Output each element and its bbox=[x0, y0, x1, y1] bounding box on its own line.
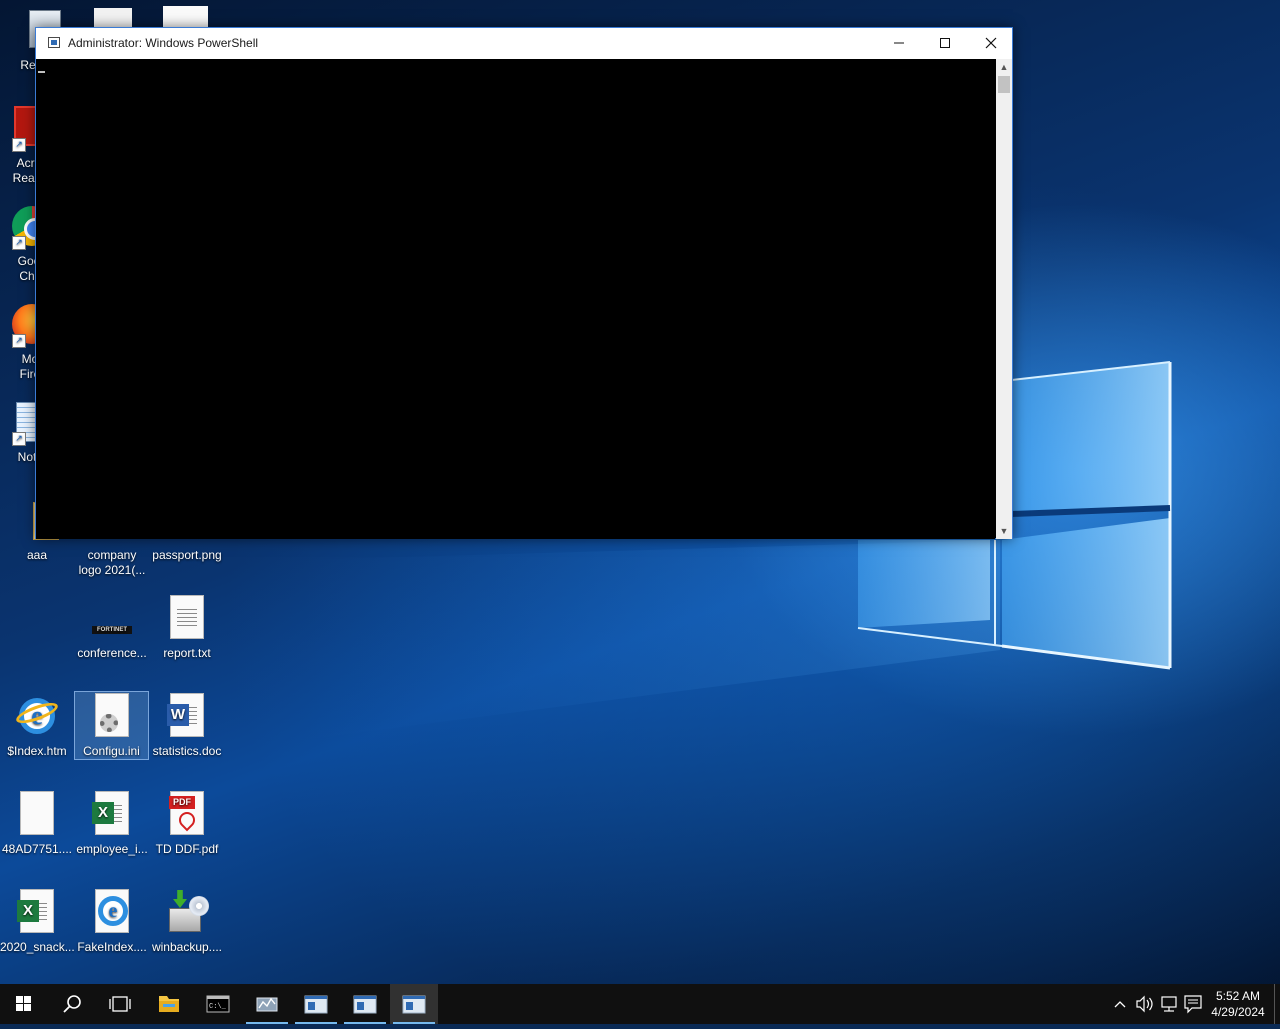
chevron-down-icon: ▼ bbox=[999, 526, 1009, 536]
backup-installer-icon bbox=[163, 888, 211, 936]
close-button[interactable] bbox=[968, 28, 1014, 59]
server-manager-icon bbox=[256, 997, 278, 1012]
internet-explorer-file-icon: e bbox=[13, 692, 61, 740]
file-explorer-icon bbox=[159, 996, 179, 1012]
desktop-icon-label: aaa bbox=[26, 548, 48, 562]
scroll-up-button[interactable]: ▲ bbox=[996, 59, 1012, 75]
fortinet-logo-text: FORTINET bbox=[92, 626, 132, 634]
powershell-window-icon bbox=[402, 995, 426, 1014]
desktop-icon-label: company logo 2021(... bbox=[78, 548, 146, 577]
text-cursor bbox=[38, 71, 45, 73]
desktop-icon-label: passport.png bbox=[152, 548, 222, 562]
taskbar-server-manager[interactable] bbox=[243, 984, 291, 1024]
task-view-button[interactable] bbox=[96, 984, 144, 1024]
word-document-icon: W bbox=[163, 692, 211, 740]
desktop-icon-label: report.txt bbox=[163, 646, 211, 660]
desktop-icon-report[interactable]: report.txt bbox=[150, 594, 224, 661]
desktop-icon-fakeindex[interactable]: e FakeIndex.... bbox=[75, 888, 149, 955]
taskbar-app-window[interactable] bbox=[292, 984, 340, 1024]
cmd-icon: C:\_ bbox=[206, 995, 230, 1013]
chevron-up-icon: ▲ bbox=[999, 62, 1009, 72]
desktop-icon-label: winbackup.... bbox=[151, 940, 223, 954]
desktop-icon-td-ddf-pdf[interactable]: PDF TD DDF.pdf bbox=[150, 790, 224, 857]
close-icon bbox=[985, 37, 997, 49]
desktop-icon-conference[interactable]: FORTINET conference... bbox=[75, 594, 149, 661]
internet-explorer-file-icon: e bbox=[88, 888, 136, 936]
taskbar-clock[interactable]: 5:52 AM 4/29/2024 bbox=[1206, 988, 1270, 1020]
desktop-icon-statistics-doc[interactable]: W statistics.doc bbox=[150, 692, 224, 759]
scrollbar-thumb[interactable] bbox=[998, 76, 1010, 93]
taskbar: C:\_ 5:52 AM 4/29/2024 bbox=[0, 984, 1280, 1024]
desktop-icon-48ad7751[interactable]: 48AD7751.... bbox=[0, 790, 74, 857]
desktop-icon-label: employee_i... bbox=[76, 842, 148, 856]
search-button[interactable] bbox=[48, 984, 96, 1024]
desktop-icon-label: 2020_snack... bbox=[0, 940, 75, 954]
minimize-button[interactable] bbox=[876, 28, 922, 59]
show-desktop-button[interactable] bbox=[1274, 984, 1280, 1024]
action-center-button[interactable] bbox=[1182, 984, 1204, 1024]
app-window-icon bbox=[304, 995, 328, 1014]
pdf-file-icon: PDF bbox=[163, 790, 211, 838]
excel-file-icon: X bbox=[13, 888, 61, 936]
text-file-icon bbox=[163, 594, 211, 642]
app-window-icon bbox=[353, 995, 377, 1014]
show-hidden-icons-button[interactable] bbox=[1110, 984, 1130, 1024]
powershell-window[interactable]: Administrator: Windows PowerShell ▲ ▼ bbox=[35, 27, 1013, 539]
chevron-up-icon bbox=[1114, 1001, 1126, 1008]
pdf-badge: PDF bbox=[169, 796, 195, 809]
taskbar-command-prompt[interactable]: C:\_ bbox=[194, 984, 242, 1024]
network-icon bbox=[1161, 996, 1177, 1012]
minimize-icon bbox=[894, 42, 904, 44]
settings-file-icon bbox=[88, 692, 136, 740]
taskbar-powershell-window[interactable] bbox=[390, 984, 438, 1024]
window-title: Administrator: Windows PowerShell bbox=[68, 36, 259, 50]
svg-text:C:\_: C:\_ bbox=[209, 1003, 227, 1011]
action-center-icon bbox=[1184, 995, 1202, 1014]
search-icon bbox=[63, 995, 81, 1013]
desktop-icon-config-ini[interactable]: Configu.ini bbox=[74, 691, 149, 760]
console-area[interactable] bbox=[36, 59, 995, 539]
desktop-icon-label: FakeIndex.... bbox=[77, 940, 147, 954]
fortinet-logo-icon: FORTINET bbox=[88, 594, 136, 642]
word-badge: W bbox=[167, 704, 189, 726]
taskbar-file-explorer[interactable] bbox=[145, 984, 193, 1024]
scroll-down-button[interactable]: ▼ bbox=[996, 523, 1012, 539]
start-icon bbox=[16, 996, 31, 1011]
start-button[interactable] bbox=[0, 984, 48, 1024]
volume-icon bbox=[1136, 995, 1153, 1013]
desktop-icon-label: TD DDF.pdf bbox=[155, 842, 219, 856]
clock-time: 5:52 AM bbox=[1215, 989, 1261, 1003]
desktop-icon-label: $Index.htm bbox=[7, 744, 67, 758]
desktop-icon-2020-snack[interactable]: X 2020_snack... bbox=[0, 888, 75, 955]
desktop-icon-label: statistics.doc bbox=[152, 744, 222, 758]
desktop-icon-label: Configu.ini bbox=[83, 744, 140, 758]
partial-document-icon[interactable] bbox=[163, 6, 208, 28]
desktop-icon-index-htm[interactable]: e $Index.htm bbox=[0, 692, 74, 759]
taskbar-app-window[interactable] bbox=[341, 984, 389, 1024]
vertical-scrollbar[interactable]: ▲ ▼ bbox=[996, 59, 1012, 539]
task-view-icon bbox=[109, 996, 131, 1012]
powershell-icon bbox=[48, 37, 60, 48]
desktop-icon-employee[interactable]: X employee_i... bbox=[75, 790, 149, 857]
excel-badge: X bbox=[17, 900, 39, 922]
blank-file-icon bbox=[13, 790, 61, 838]
desktop-icon-winbackup[interactable]: winbackup.... bbox=[150, 888, 224, 955]
window-titlebar[interactable]: Administrator: Windows PowerShell bbox=[36, 28, 1012, 59]
partial-ie-icon[interactable] bbox=[94, 8, 132, 28]
clock-date: 4/29/2024 bbox=[1211, 1005, 1265, 1019]
maximize-icon bbox=[940, 38, 950, 48]
network-button[interactable] bbox=[1158, 984, 1180, 1024]
excel-badge: X bbox=[92, 802, 114, 824]
maximize-button[interactable] bbox=[922, 28, 968, 59]
desktop-icon-label: conference... bbox=[77, 646, 147, 660]
volume-button[interactable] bbox=[1132, 984, 1156, 1024]
desktop-icon-label: 48AD7751.... bbox=[1, 842, 73, 856]
excel-file-icon: X bbox=[88, 790, 136, 838]
